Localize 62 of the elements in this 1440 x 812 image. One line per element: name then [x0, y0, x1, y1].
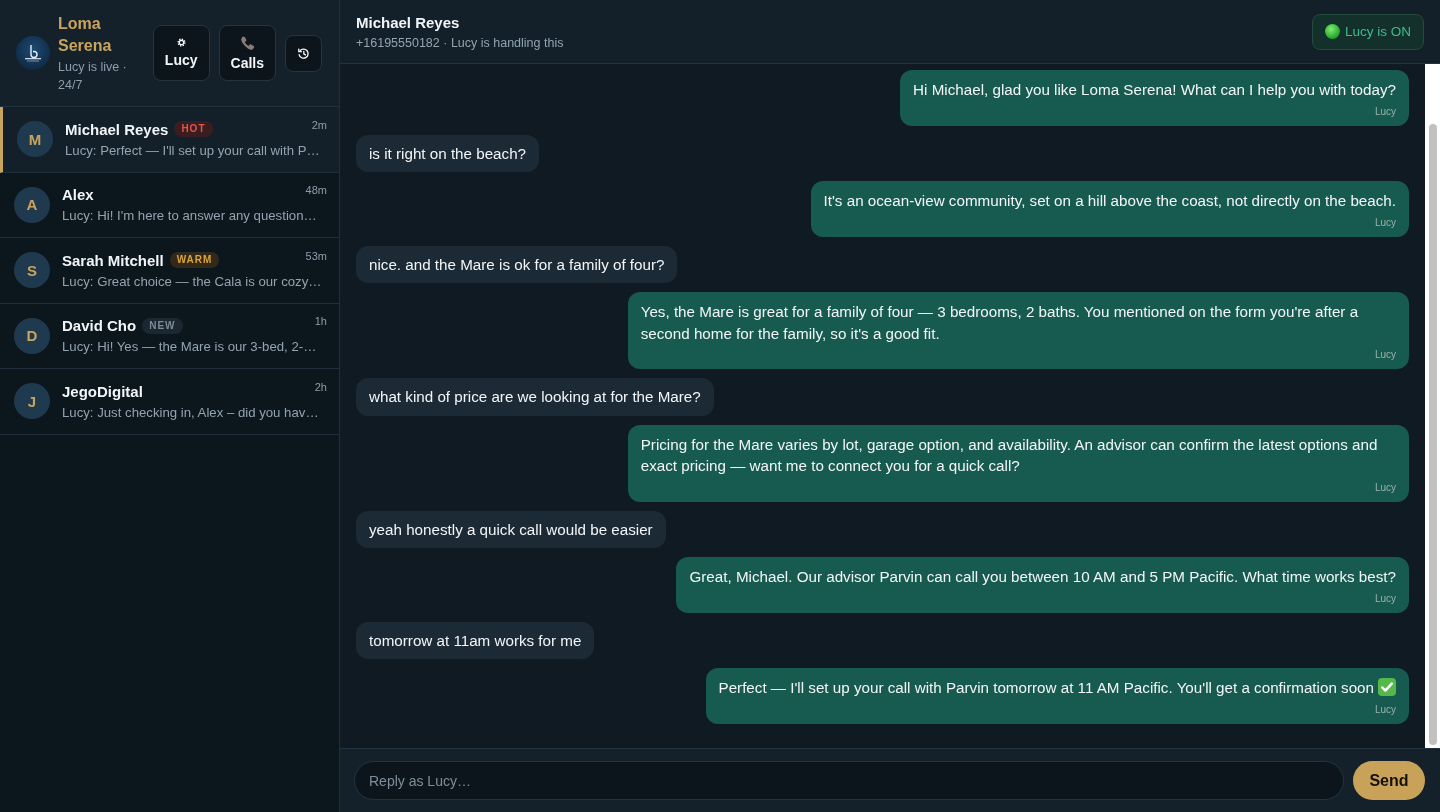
timestamp: 2h — [314, 380, 327, 393]
lead-tag: HOT — [174, 121, 213, 138]
sender-label: Lucy — [1374, 349, 1396, 360]
assistant-toggle[interactable]: Lucy is ON — [1311, 13, 1424, 50]
reply-input[interactable]: Reply as Lucy… — [354, 761, 1344, 800]
contact-subtitle: +16195550182 · Lucy is handling this — [356, 34, 564, 51]
message-preview: Lucy: Just checking in, Alex – did you hav… — [62, 404, 320, 421]
message-text: Hi Michael, glad you like Loma Serena! What can I help you with today? — [913, 81, 1396, 98]
conversation-item[interactable]: S Sarah Mitchell WARM 53m Lucy: Great choice — the Cala is our cozy… — [0, 238, 339, 304]
lead-tag: NEW — [142, 317, 183, 334]
conversation-item[interactable]: D David Cho NEW 1h Lucy: Hi! Yes — the Mare is our 3-bed, 2-… — [0, 303, 339, 369]
calls-button[interactable]: Calls — [218, 25, 276, 81]
history-button[interactable] — [285, 34, 322, 72]
phone-icon — [239, 35, 255, 50]
history-icon — [297, 46, 310, 60]
contact-name: Alex — [62, 185, 94, 205]
status-text: Lucy is live · 24/7 — [58, 58, 128, 94]
message-preview: Lucy: Great choice — the Cala is our cozy… — [62, 273, 323, 290]
message-bubble: what kind of price are we looking at for the Mare? — [356, 378, 714, 416]
message-bubble: tomorrow at 11am works for me — [356, 621, 595, 659]
lead-tag: WARM — [169, 252, 220, 269]
scrollbar-thumb[interactable] — [1428, 124, 1437, 745]
send-button[interactable]: Send — [1353, 761, 1425, 800]
timestamp: 1h — [314, 315, 327, 328]
conversation-item[interactable]: A Alex 48m Lucy: Hi! I'm here to answer any question… — [0, 172, 339, 238]
contact-name: David Cho — [62, 316, 137, 336]
check-mark-icon — [1378, 678, 1396, 696]
contact-name: Michael Reyes — [65, 119, 169, 139]
status-dot-icon — [1324, 24, 1340, 39]
message-bubble: is it right on the beach? — [356, 134, 540, 172]
sender-label: Lucy — [1374, 703, 1396, 715]
sender-label: Lucy — [1374, 216, 1396, 228]
timestamp: 48m — [305, 184, 327, 197]
brand-name: Loma Serena — [58, 13, 113, 56]
sender-label: Lucy — [1374, 481, 1396, 493]
avatar: M — [17, 121, 53, 158]
sender-label: Lucy — [1374, 592, 1396, 604]
contact-name: JegoDigital — [62, 381, 143, 401]
avatar: D — [14, 317, 50, 354]
timestamp: 53m — [305, 249, 327, 262]
message-bubble: yeah honestly a quick call would be easier — [356, 510, 666, 548]
contact-name: Sarah Mitchell — [62, 250, 164, 270]
sender-label: Lucy — [1374, 105, 1396, 117]
message-preview: Lucy: Perfect — I'll set up your call with P… — [65, 142, 321, 159]
conversation-item[interactable]: M Michael Reyes HOT 2m Lucy: Perfect — I'll set up your call with P… — [0, 107, 339, 173]
avatar: J — [14, 383, 50, 420]
gear-icon — [176, 38, 186, 47]
avatar: S — [14, 252, 50, 289]
message-text: Great, Michael. Our advisor Parvin can call you between 10 AM and 5 PM Pacific. What time works best? — [689, 568, 1396, 585]
avatar: A — [14, 186, 50, 223]
logo-icon — [16, 36, 50, 70]
message-text: Yes, the Mare is great for a family of four — 3 bedrooms, 2 baths. You mentioned on the form you're after a second home for the family, so it's a good fit. — [640, 303, 1359, 342]
message-text: It's an ocean-view community, set on a hill above the coast, not directly on the beach. — [823, 192, 1396, 209]
message-bubble: nice. and the Mare is ok for a family of four? — [356, 245, 678, 283]
assistant-button[interactable]: Lucy — [152, 25, 210, 81]
timestamp: 2m — [311, 118, 327, 131]
conversation-item[interactable]: J JegoDigital 2h Lucy: Just checking in, Alex – did you hav… — [0, 369, 339, 435]
message-text: Pricing for the Mare varies by lot, garage option, and availability. An advisor can confirm the latest options and exact pricing — want me to connect you for a quick call? — [640, 435, 1378, 474]
message-preview: Lucy: Hi! I'm here to answer any question… — [62, 208, 318, 225]
contact-name: Michael Reyes — [356, 12, 461, 32]
message-text: Perfect — I'll set up your call with Parvin tomorrow at 11 AM Pacific. You'll get a confirmation soon — [718, 679, 1374, 696]
message-preview: Lucy: Hi! Yes — the Mare is our 3-bed, 2-… — [62, 339, 318, 356]
